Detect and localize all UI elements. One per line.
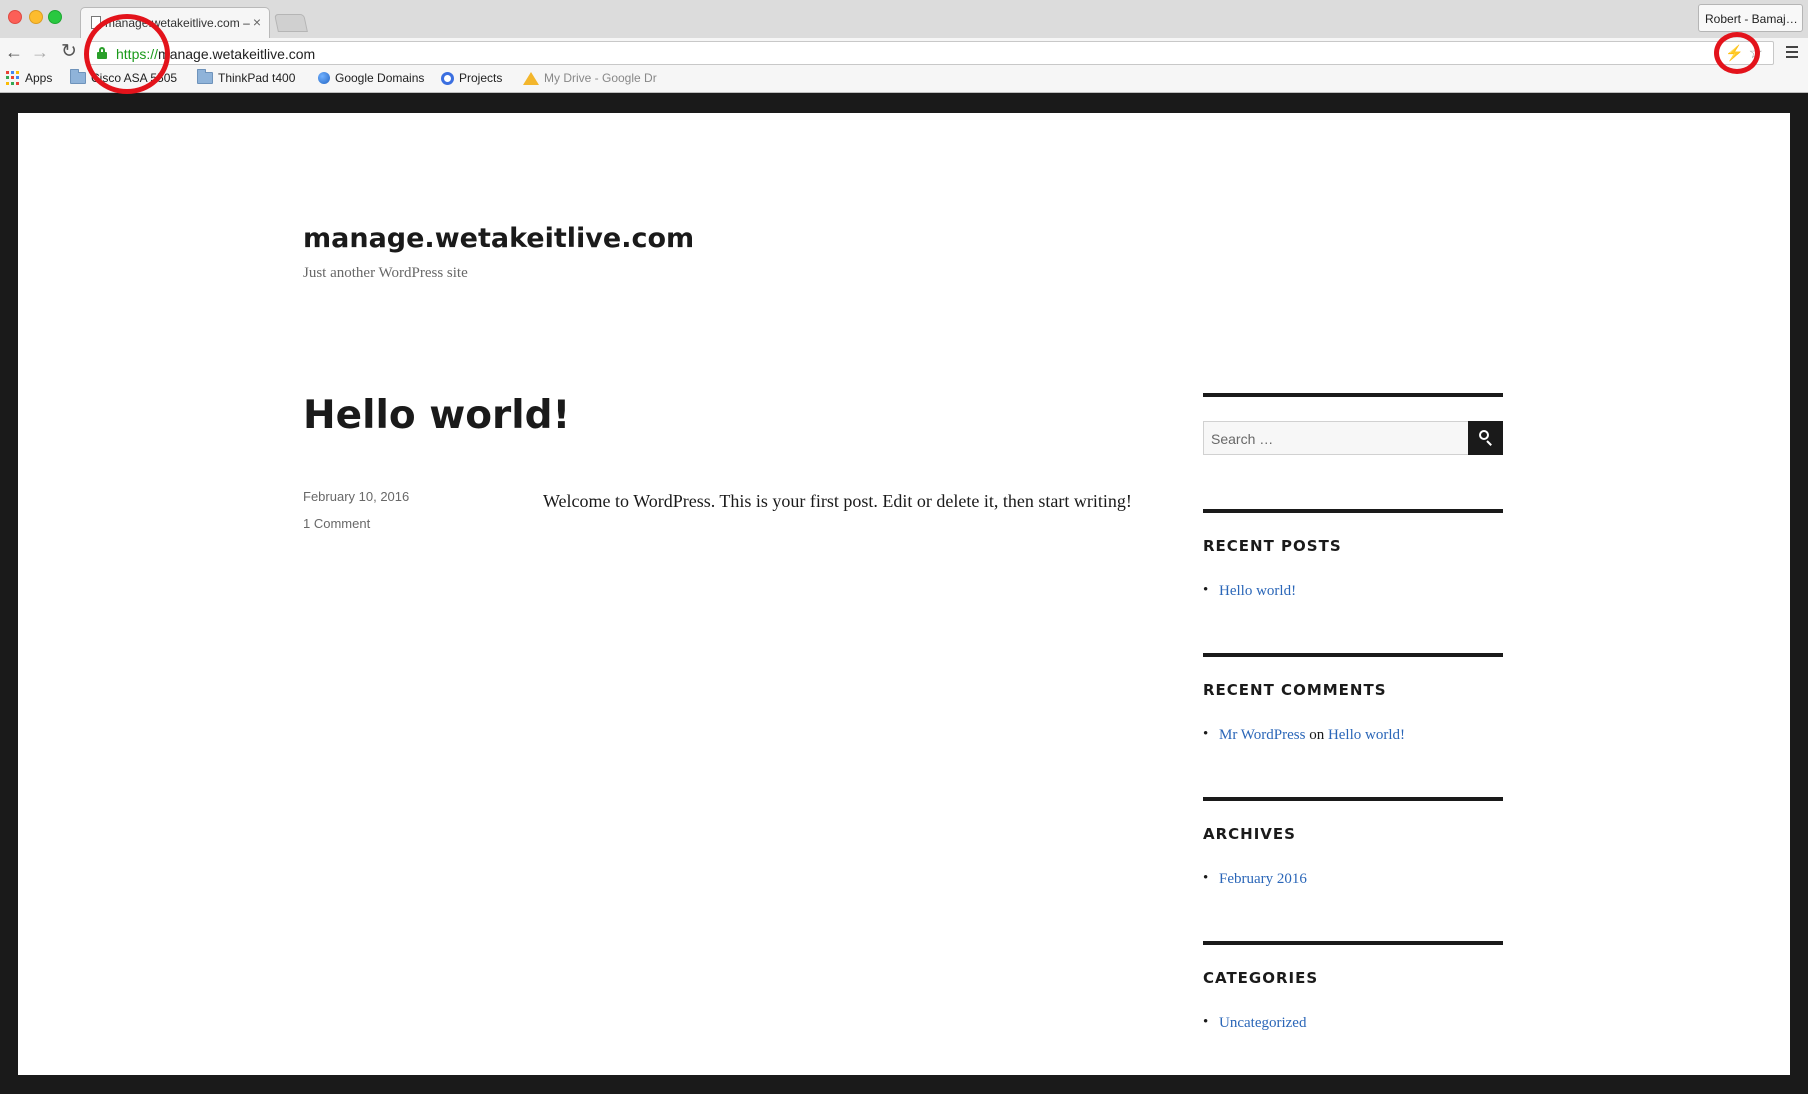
- site-title[interactable]: manage.wetakeitlive.com: [303, 223, 694, 254]
- url-host: manage.wetakeitlive.com: [158, 46, 316, 62]
- search-icon: [1479, 430, 1489, 440]
- globe-icon: [318, 72, 330, 84]
- widget-title: RECENT COMMENTS: [1203, 681, 1387, 699]
- annotation-circle-bolt: [1714, 32, 1760, 74]
- address-bar[interactable]: https://manage.wetakeitlive.com ⚡ ☆: [86, 41, 1774, 65]
- bookmark-google-domains[interactable]: Google Domains: [318, 71, 424, 85]
- list-item: Hello world!: [1203, 582, 1296, 600]
- zoom-window-button[interactable]: [48, 10, 62, 24]
- archives-widget: ARCHIVES February 2016: [1203, 797, 1503, 887]
- minimize-window-button[interactable]: [29, 10, 43, 24]
- widget-title: CATEGORIES: [1203, 969, 1319, 987]
- comment-author-link[interactable]: Mr WordPress: [1219, 727, 1305, 743]
- drive-icon: [523, 71, 539, 85]
- tab-strip: manage.wetakeitlive.com – × Robert - Bam…: [0, 0, 1808, 38]
- recent-posts-widget: RECENT POSTS Hello world!: [1203, 509, 1503, 599]
- bookmark-label: Apps: [25, 71, 53, 85]
- toolbar: ← → ↻ https://manage.wetakeitlive.com ⚡ …: [0, 38, 1808, 66]
- list-item: Mr WordPress on Hello world!: [1203, 726, 1405, 744]
- annotation-circle-lock: [84, 14, 170, 94]
- bookmark-thinkpad[interactable]: ThinkPad t400: [197, 69, 296, 85]
- comment-on-text: on: [1309, 727, 1325, 743]
- bookmark-my-drive[interactable]: My Drive - Google Dr: [523, 71, 657, 85]
- bookmark-projects[interactable]: Projects: [441, 71, 502, 85]
- folder-icon: [197, 69, 213, 84]
- widget-title: RECENT POSTS: [1203, 537, 1342, 555]
- bookmark-label: ThinkPad t400: [218, 71, 296, 85]
- folder-icon: [70, 69, 86, 84]
- archive-link[interactable]: February 2016: [1219, 871, 1307, 887]
- bookmark-apps[interactable]: Apps: [6, 71, 52, 85]
- widget-title: ARCHIVES: [1203, 825, 1296, 843]
- post-content: Welcome to WordPress. This is your first…: [543, 491, 1132, 511]
- recent-comments-widget: RECENT COMMENTS Mr WordPress on Hello wo…: [1203, 653, 1503, 743]
- back-button[interactable]: ←: [4, 42, 24, 62]
- new-tab-button[interactable]: [274, 14, 308, 32]
- reload-button[interactable]: ↻: [59, 42, 79, 62]
- search-widget: Search …: [1203, 393, 1503, 455]
- category-link[interactable]: Uncategorized: [1219, 1015, 1306, 1031]
- bookmark-label: Google Domains: [335, 71, 425, 85]
- bookmark-label: My Drive - Google Dr: [544, 71, 657, 85]
- categories-widget: CATEGORIES Uncategorized: [1203, 941, 1503, 1031]
- bookmarks-bar: Apps Cisco ASA 5505 ThinkPad t400 Google…: [0, 66, 1808, 93]
- post-title[interactable]: Hello world!: [303, 393, 570, 438]
- apps-icon: [6, 71, 20, 85]
- page-content: manage.wetakeitlive.com Just another Wor…: [18, 113, 1790, 1075]
- post-comments-link[interactable]: 1 Comment: [303, 516, 370, 531]
- search-input[interactable]: Search …: [1203, 421, 1469, 455]
- projects-icon: [441, 71, 454, 85]
- list-item: February 2016: [1203, 870, 1307, 888]
- close-window-button[interactable]: [8, 10, 22, 24]
- profile-button[interactable]: Robert - Bamaj…: [1698, 4, 1803, 32]
- search-button[interactable]: [1468, 421, 1503, 455]
- browser-chrome: manage.wetakeitlive.com – × Robert - Bam…: [0, 0, 1808, 93]
- hamburger-menu-icon[interactable]: [1784, 43, 1800, 61]
- post-date[interactable]: February 10, 2016: [303, 489, 409, 504]
- close-tab-icon[interactable]: ×: [253, 14, 261, 30]
- bookmark-label: Projects: [459, 71, 503, 85]
- forward-button[interactable]: →: [30, 42, 50, 62]
- comment-post-link[interactable]: Hello world!: [1328, 727, 1405, 743]
- recent-post-link[interactable]: Hello world!: [1219, 583, 1296, 599]
- list-item: Uncategorized: [1203, 1014, 1307, 1032]
- site-tagline: Just another WordPress site: [303, 265, 468, 281]
